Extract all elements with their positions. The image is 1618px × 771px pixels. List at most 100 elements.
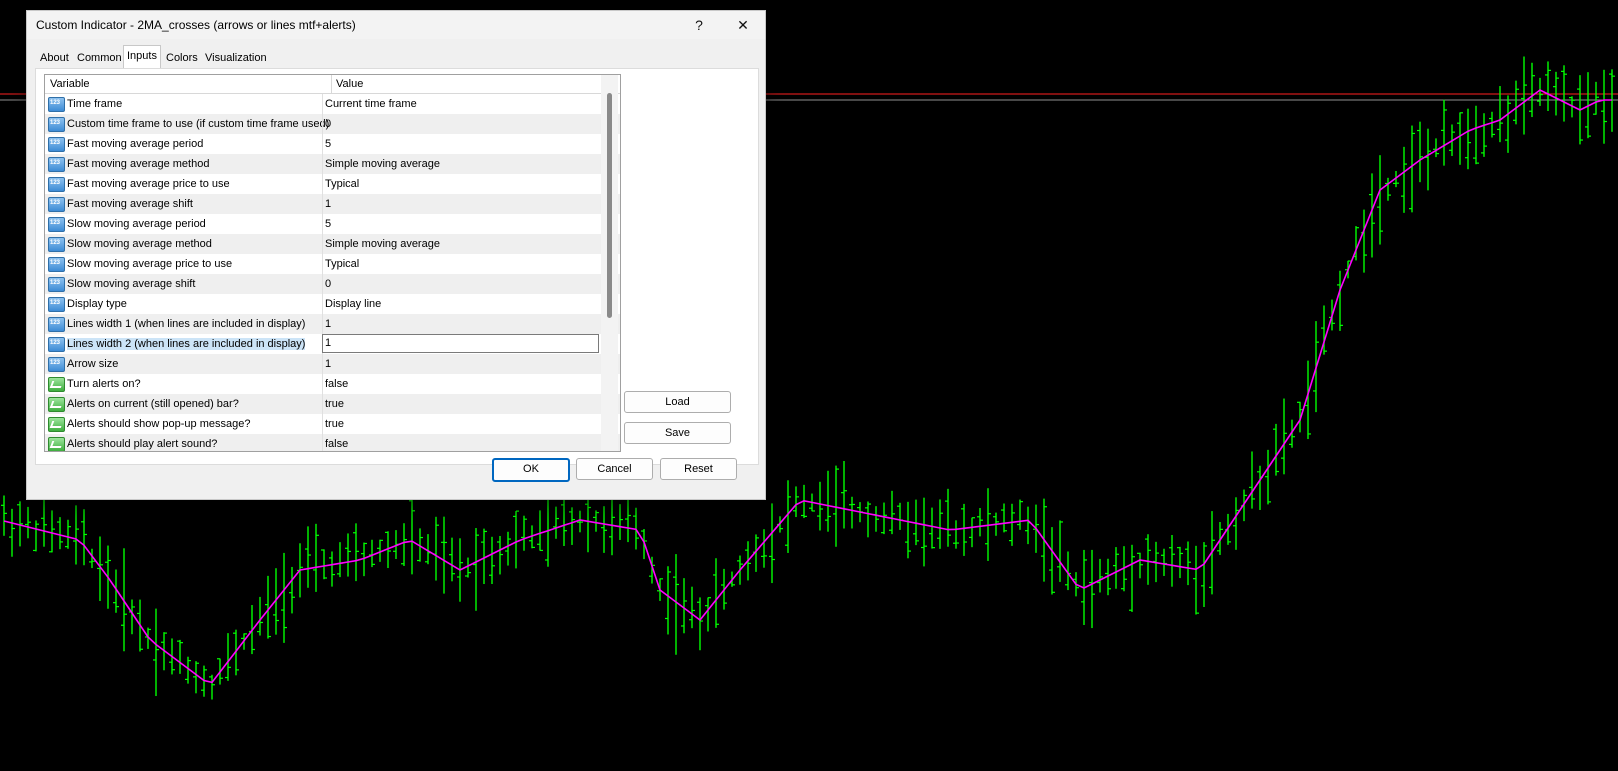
table-row[interactable]: Display type Display line	[45, 294, 620, 314]
cell-separator	[322, 194, 323, 214]
cell-separator	[322, 254, 323, 274]
column-header-value[interactable]: Value	[336, 78, 363, 90]
variable-name: Lines width 2 (when lines are included i…	[67, 338, 306, 350]
variable-value[interactable]: 1	[325, 198, 331, 210]
table-row[interactable]: Fast moving average price to use Typical	[45, 174, 620, 194]
tab-visualization[interactable]: Visualization	[202, 48, 270, 68]
variable-value[interactable]: 5	[325, 218, 331, 230]
variable-value[interactable]: false	[325, 438, 348, 450]
table-row[interactable]: Fast moving average method Simple moving …	[45, 154, 620, 174]
table-row[interactable]: Arrow size 1	[45, 354, 620, 374]
boolean-icon	[48, 437, 65, 451]
variable-name: Slow moving average period	[67, 218, 206, 230]
variable-value[interactable]: 1	[325, 318, 331, 330]
cell-separator	[322, 174, 323, 194]
tab-about[interactable]: About	[37, 48, 72, 68]
boolean-icon	[48, 377, 65, 392]
number-icon	[48, 257, 65, 272]
tab-colors[interactable]: Colors	[163, 48, 201, 68]
variable-value[interactable]: Typical	[325, 178, 359, 190]
variable-name: Alerts should show pop-up message?	[67, 418, 251, 430]
variable-name: Slow moving average shift	[67, 278, 196, 290]
cell-separator	[322, 434, 323, 451]
variable-value[interactable]: Simple moving average	[325, 158, 440, 170]
variable-name: Arrow size	[67, 358, 119, 370]
variable-value[interactable]: 5	[325, 138, 331, 150]
load-button[interactable]: Load	[624, 391, 731, 413]
table-row[interactable]: Slow moving average price to use Typical	[45, 254, 620, 274]
cell-separator	[322, 414, 323, 434]
close-button[interactable]: ✕	[721, 11, 765, 39]
variable-value[interactable]: Simple moving average	[325, 238, 440, 250]
reset-button[interactable]: Reset	[660, 458, 737, 480]
table-row[interactable]: Alerts should show pop-up message? true	[45, 414, 620, 434]
cell-separator	[322, 134, 323, 154]
variable-name: Lines width 1 (when lines are included i…	[67, 318, 306, 330]
table-row[interactable]: Time frame Current time frame	[45, 94, 620, 114]
grid-header: Variable Value	[45, 75, 620, 94]
inputs-panel: Variable Value Time frame Current time fr…	[35, 68, 759, 465]
variable-value[interactable]: Display line	[325, 298, 381, 310]
variable-name: Slow moving average price to use	[67, 258, 233, 270]
table-row[interactable]: Fast moving average shift 1	[45, 194, 620, 214]
table-row[interactable]: Turn alerts on? false	[45, 374, 620, 394]
column-header-variable[interactable]: Variable	[50, 78, 90, 90]
cell-separator	[322, 94, 323, 114]
table-row[interactable]: Custom time frame to use (if custom time…	[45, 114, 620, 134]
help-button[interactable]: ?	[677, 11, 721, 39]
number-icon	[48, 237, 65, 252]
number-icon	[48, 97, 65, 112]
table-row[interactable]: Lines width 1 (when lines are included i…	[45, 314, 620, 334]
number-icon	[48, 297, 65, 312]
number-icon	[48, 177, 65, 192]
variable-name: Alerts should play alert sound?	[67, 438, 218, 450]
variable-name: Alerts on current (still opened) bar?	[67, 398, 239, 410]
cell-separator	[322, 314, 323, 334]
boolean-icon	[48, 417, 65, 432]
table-row[interactable]: Lines width 2 (when lines are included i…	[45, 334, 620, 354]
number-icon	[48, 197, 65, 212]
table-row[interactable]: Fast moving average period 5	[45, 134, 620, 154]
value-edit-field[interactable]: 1	[322, 334, 599, 353]
variable-name: Slow moving average method	[67, 238, 212, 250]
table-row[interactable]: Slow moving average method Simple moving …	[45, 234, 620, 254]
tab-common[interactable]: Common	[74, 48, 125, 68]
cancel-button[interactable]: Cancel	[576, 458, 653, 480]
variable-value[interactable]: Current time frame	[325, 98, 417, 110]
save-button[interactable]: Save	[624, 422, 731, 444]
variable-name: Fast moving average price to use	[67, 178, 230, 190]
variable-value[interactable]: true	[325, 418, 344, 430]
variable-name: Turn alerts on?	[67, 378, 141, 390]
boolean-icon	[48, 397, 65, 412]
variable-value[interactable]: 0	[325, 118, 331, 130]
variable-value[interactable]: true	[325, 398, 344, 410]
inputs-grid: Variable Value Time frame Current time fr…	[44, 74, 621, 452]
title-bar[interactable]: Custom Indicator - 2MA_crosses (arrows o…	[27, 11, 765, 39]
variable-value[interactable]: Typical	[325, 258, 359, 270]
variable-value[interactable]: false	[325, 378, 348, 390]
cell-separator	[322, 294, 323, 314]
variable-name: Fast moving average period	[67, 138, 204, 150]
number-icon	[48, 277, 65, 292]
variable-value[interactable]: 0	[325, 278, 331, 290]
table-row[interactable]: Alerts on current (still opened) bar? tru…	[45, 394, 620, 414]
column-separator[interactable]	[331, 75, 332, 93]
cell-separator	[322, 354, 323, 374]
variable-value[interactable]: 1	[325, 358, 331, 370]
number-icon	[48, 337, 65, 352]
cell-separator	[322, 234, 323, 254]
variable-name: Fast moving average shift	[67, 198, 193, 210]
number-icon	[48, 117, 65, 132]
table-row[interactable]: Slow moving average period 5	[45, 214, 620, 234]
number-icon	[48, 357, 65, 372]
scrollbar-thumb[interactable]	[607, 93, 612, 318]
table-row[interactable]: Slow moving average shift 0	[45, 274, 620, 294]
vertical-scrollbar[interactable]	[601, 75, 618, 451]
table-row[interactable]: Alerts should play alert sound? false	[45, 434, 620, 451]
cell-separator	[322, 274, 323, 294]
ok-button[interactable]: OK	[492, 458, 570, 482]
number-icon	[48, 137, 65, 152]
tab-inputs[interactable]: Inputs	[123, 45, 161, 68]
cell-separator	[322, 394, 323, 414]
cell-separator	[322, 214, 323, 234]
